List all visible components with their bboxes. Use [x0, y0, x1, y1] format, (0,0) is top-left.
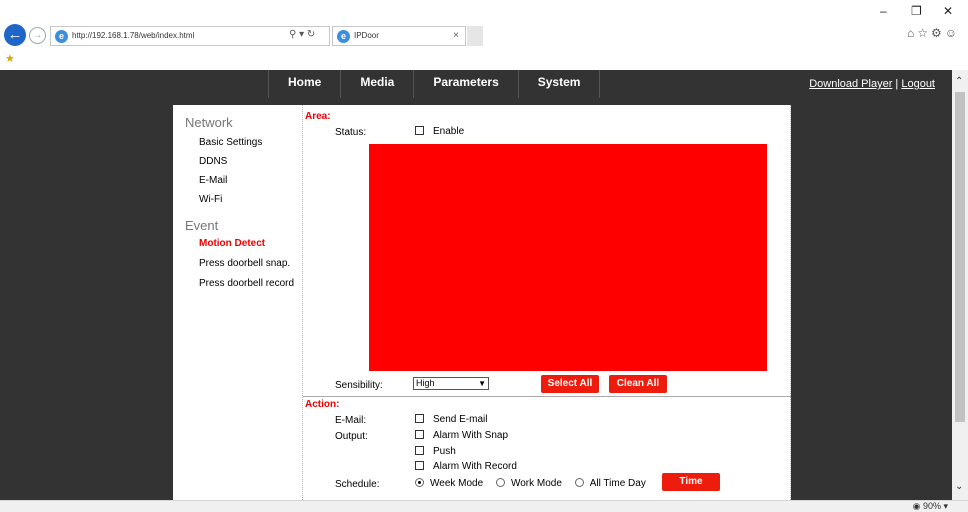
address-url: http://192.168.1.78/web/index.html [72, 31, 195, 40]
favorites-star-icon[interactable]: ★ [5, 52, 15, 65]
sidebar-item-wifi[interactable]: Wi-Fi [199, 194, 222, 205]
action-heading: Action: [305, 399, 340, 410]
back-button[interactable]: ← [4, 24, 26, 46]
enable-checkbox[interactable] [415, 126, 424, 135]
work-mode-radio[interactable] [495, 478, 505, 487]
sensibility-label: Sensibility: [335, 380, 383, 391]
settings-sidebar: Network Basic Settings DDNS E-Mail Wi-Fi… [173, 105, 303, 500]
week-mode-radio[interactable] [415, 478, 424, 487]
area-heading: Area: [305, 111, 331, 122]
alarm-with-snap-checkbox[interactable] [415, 430, 424, 439]
top-links: Download Player | Logout [809, 78, 935, 90]
sidebar-heading-event: Event [185, 218, 219, 233]
new-tab-button[interactable] [467, 26, 483, 46]
enable-checkbox-row: Enable [415, 126, 464, 137]
status-bar: ◉ 90% ▾ [0, 500, 968, 512]
nav-home[interactable]: Home [268, 70, 340, 98]
alarm-with-record-checkbox[interactable] [415, 461, 424, 470]
push-label: Push [433, 446, 456, 457]
sidebar-item-email[interactable]: E-Mail [199, 175, 227, 186]
download-player-link[interactable]: Download Player [809, 78, 892, 90]
close-window-button[interactable]: ✕ [943, 4, 953, 18]
minimize-button[interactable]: – [880, 4, 887, 18]
push-checkbox[interactable] [415, 446, 424, 455]
send-email-checkbox[interactable] [415, 414, 424, 423]
schedule-options: Week Mode Work Mode All Time Day [415, 478, 646, 489]
send-email-row: Send E-mail [415, 414, 487, 425]
alarm-with-snap-row: Alarm With Snap [415, 430, 508, 441]
clean-all-button[interactable]: Clean All [609, 375, 667, 393]
nav-parameters[interactable]: Parameters [413, 70, 517, 98]
sidebar-item-ddns[interactable]: DDNS [199, 156, 227, 167]
scroll-down-icon[interactable]: ⌄ [955, 481, 963, 492]
week-mode-label: Week Mode [430, 478, 484, 489]
push-row: Push [415, 446, 456, 457]
zoom-value: 90% [922, 501, 941, 511]
select-all-button[interactable]: Select All [541, 375, 599, 393]
nav-media[interactable]: Media [340, 70, 413, 98]
nav-system[interactable]: System [517, 70, 601, 98]
address-bar[interactable]: e http://192.168.1.78/web/index.html ⚲ ▾… [50, 26, 330, 46]
ie-icon: e [337, 30, 350, 43]
sensibility-value: High [416, 378, 435, 388]
send-email-label: Send E-mail [433, 414, 488, 425]
logout-link[interactable]: Logout [901, 78, 935, 90]
forward-button[interactable]: → [29, 27, 46, 44]
status-label: Status: [335, 127, 367, 138]
section-divider [303, 396, 791, 397]
alarm-with-record-label: Alarm With Record [433, 461, 517, 472]
search-icon[interactable]: ⚲ ▾ ↻ [289, 29, 315, 40]
alarm-with-snap-label: Alarm With Snap [433, 430, 509, 441]
tab-title: IPDoor [354, 31, 379, 40]
sidebar-item-motion-detect[interactable]: Motion Detect [199, 238, 265, 249]
schedule-label: Schedule: [335, 479, 380, 490]
browser-toolbar: ← → e http://192.168.1.78/web/index.html… [0, 0, 968, 52]
web-page: Home Media Parameters System Download Pl… [0, 70, 952, 500]
all-time-day-radio[interactable] [574, 478, 584, 487]
sidebar-heading-network: Network [185, 115, 233, 130]
tab-close-button[interactable]: × [453, 30, 459, 41]
email-label: E-Mail: [335, 415, 367, 426]
all-time-day-label: All Time Day [589, 478, 646, 489]
browser-tab[interactable]: e IPDoor × [332, 26, 466, 46]
motion-area-grid[interactable] [369, 144, 767, 371]
vertical-scrollbar[interactable]: ⌃ ⌄ [952, 70, 968, 500]
toolbar-icons[interactable]: ⌂☆⚙☺ [907, 26, 960, 40]
sensibility-select[interactable]: High ▼ [413, 377, 489, 390]
enable-label: Enable [433, 126, 465, 137]
output-label: Output: [335, 431, 368, 442]
link-separator: | [892, 78, 902, 90]
restore-button[interactable]: ❐ [911, 4, 922, 18]
sidebar-item-doorbell-record[interactable]: Press doorbell record [199, 278, 294, 289]
zoom-level[interactable]: ◉ 90% ▾ [913, 501, 948, 512]
scroll-up-icon[interactable]: ⌃ [955, 76, 963, 87]
right-panel [792, 105, 952, 500]
ie-icon: e [55, 30, 68, 43]
sidebar-item-basic-settings[interactable]: Basic Settings [199, 137, 262, 148]
top-navigation: Home Media Parameters System [268, 70, 601, 98]
motion-detect-form: Area: Status: Enable Sensibility: High ▼… [303, 105, 791, 500]
work-mode-label: Work Mode [510, 478, 562, 489]
sidebar-item-doorbell-snap[interactable]: Press doorbell snap. [199, 258, 290, 269]
scrollbar-thumb[interactable] [955, 92, 965, 422]
time-button[interactable]: Time [662, 473, 720, 491]
chevron-down-icon: ▼ [478, 379, 486, 388]
alarm-with-record-row: Alarm With Record [415, 461, 517, 472]
